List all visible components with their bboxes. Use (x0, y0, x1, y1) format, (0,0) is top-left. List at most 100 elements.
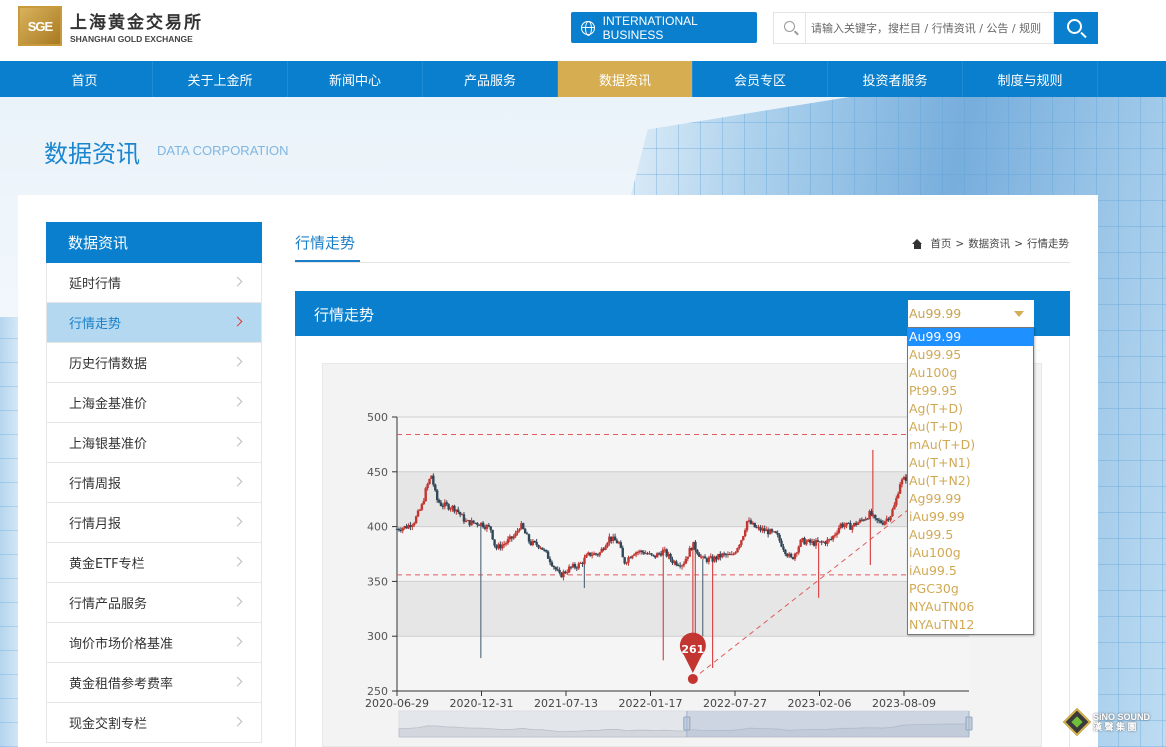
x-tick-label: 2022-01-17 (619, 697, 683, 710)
logo-en-text: SHANGHAI GOLD EXCHANGE (70, 34, 193, 44)
candle-body (684, 558, 688, 564)
candle-body (898, 484, 902, 494)
nav-investors[interactable]: 投资者服务 (828, 61, 963, 97)
candle-body (686, 556, 689, 559)
dropdown-option[interactable]: NYAuTN06 (908, 598, 1033, 616)
candle-body (426, 483, 429, 489)
search-input[interactable] (806, 14, 1053, 42)
candle-body (889, 516, 892, 521)
sidebar-item[interactable]: 上海银基准价 (46, 423, 262, 463)
search-button[interactable] (1054, 12, 1098, 44)
candle-body (636, 552, 640, 554)
page-subtitle: DATA CORPORATION (157, 143, 289, 158)
y-tick-label: 300 (367, 630, 388, 643)
candle-body (856, 522, 860, 525)
candle-body (734, 552, 737, 554)
candle-body (516, 530, 519, 534)
candle-body (428, 478, 431, 484)
product-select[interactable]: Au99.99 (908, 300, 1034, 327)
sidebar-item-label: 历史行情数据 (69, 357, 148, 372)
candle-body (458, 512, 462, 515)
chevron-right-icon (232, 396, 243, 407)
dropdown-option[interactable]: Pt99.95 (908, 382, 1033, 400)
sidebar-item-label: 黄金租借参考费率 (69, 677, 174, 692)
nav-rules[interactable]: 制度与规则 (963, 61, 1098, 97)
nav-news[interactable]: 新闻中心 (288, 61, 423, 97)
candle-body (753, 522, 756, 528)
sidebar-item[interactable]: 现金交割专栏 (46, 703, 262, 743)
dropdown-option[interactable]: iAu99.99 (908, 508, 1033, 526)
breadcrumb-home[interactable]: 首页 (930, 236, 951, 251)
candle-body (891, 509, 894, 517)
candle-body (789, 553, 793, 558)
sidebar-item[interactable]: 上海金基准价 (46, 383, 262, 423)
breadcrumb-separator: > (1014, 237, 1023, 250)
candle-body (831, 535, 835, 540)
candle-body (501, 544, 504, 549)
sidebar-item[interactable]: 延时行情 (46, 263, 262, 303)
tab-market-trend[interactable]: 行情走势 (295, 232, 355, 253)
datazoom-selection (686, 711, 969, 737)
candle-body (457, 509, 460, 513)
sidebar-item-label: 行情周报 (69, 477, 122, 492)
dropdown-option[interactable]: mAu(T+D) (908, 436, 1033, 454)
sidebar-item-label: 询价市场价格基准 (69, 637, 174, 652)
nav-members[interactable]: 会员专区 (693, 61, 828, 97)
candle-body (489, 526, 492, 530)
dropdown-option[interactable]: Au99.95 (908, 346, 1033, 364)
nav-about[interactable]: 关于上金所 (153, 61, 288, 97)
sidebar-item[interactable]: 询价市场价格基准 (46, 623, 262, 663)
sidebar-item[interactable]: 行情产品服务 (46, 583, 262, 623)
candle-body (799, 539, 802, 547)
sidebar-item[interactable]: 黄金ETF专栏 (46, 543, 262, 583)
candle-body (583, 557, 586, 564)
globe-icon (581, 20, 595, 36)
breadcrumb-separator: > (955, 237, 965, 250)
nav-data[interactable]: 数据资讯 (558, 61, 693, 97)
candle-body (435, 490, 439, 501)
dropdown-option[interactable]: Au99.5 (908, 526, 1033, 544)
candle-body (805, 541, 808, 545)
candle-body (585, 554, 588, 558)
dropdown-option[interactable]: NYAuTN12 (908, 616, 1033, 634)
x-tick-label: 2022-07-27 (703, 697, 767, 710)
dropdown-option[interactable]: Au100g (908, 364, 1033, 382)
sidebar-item[interactable]: 行情月报 (46, 503, 262, 543)
candle-body (740, 540, 743, 545)
breadcrumb: 首页 > 数据资讯 > 行情走势 (912, 236, 1069, 251)
dropdown-option[interactable]: PGC30g (908, 580, 1033, 598)
sidebar-item[interactable]: 行情周报 (46, 463, 262, 503)
dropdown-option[interactable]: Ag99.99 (908, 490, 1033, 508)
breadcrumb-data[interactable]: 数据资讯 (968, 236, 1010, 251)
sidebar-item[interactable]: 行情走势 (46, 303, 262, 343)
sge-logo[interactable]: SGE 上海黄金交易所 SHANGHAI GOLD EXCHANGE (18, 6, 203, 46)
candle-body (835, 532, 839, 535)
candle-body (554, 567, 557, 570)
candle-body (652, 554, 655, 556)
nav-products[interactable]: 产品服务 (423, 61, 558, 97)
dropdown-option[interactable]: iAu100g (908, 544, 1033, 562)
candle-body (843, 525, 846, 527)
dropdown-option[interactable]: Ag(T+D) (908, 400, 1033, 418)
dropdown-option[interactable]: Au(T+D) (908, 418, 1033, 436)
candle-body (493, 539, 496, 546)
dropdown-option[interactable]: Au99.99 (908, 328, 1033, 346)
y-tick-label: 400 (367, 521, 388, 534)
min-marker-label: 261 (681, 643, 704, 656)
chevron-right-icon (232, 276, 243, 287)
candle-body (694, 541, 697, 550)
international-business-label: INTERNATIONAL BUSINESS (602, 13, 698, 42)
dropdown-option[interactable]: Au(T+N2) (908, 472, 1033, 490)
international-business-button[interactable]: INTERNATIONAL BUSINESS (571, 12, 757, 43)
sidebar-item[interactable]: 黄金租借参考费率 (46, 663, 262, 703)
candle-body (418, 509, 422, 511)
dropdown-option[interactable]: Au(T+N1) (908, 454, 1033, 472)
candle-body (619, 542, 623, 548)
candle-body (401, 528, 404, 531)
dropdown-option[interactable]: iAu99.5 (908, 562, 1033, 580)
nav-home[interactable]: 首页 (17, 61, 153, 97)
candle-body (661, 549, 665, 556)
chevron-right-icon (232, 596, 243, 607)
sidebar-item[interactable]: 历史行情数据 (46, 343, 262, 383)
sidebar-item-label: 黄金ETF专栏 (69, 557, 145, 572)
